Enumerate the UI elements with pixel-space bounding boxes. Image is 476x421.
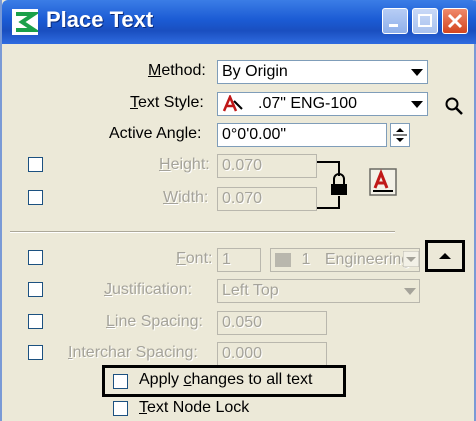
font-checkbox[interactable] — [28, 250, 43, 265]
search-icon[interactable] — [444, 96, 464, 116]
line-spacing-checkbox[interactable] — [28, 314, 43, 329]
window-title: Place Text — [46, 7, 154, 32]
text-style-value: .07" ENG-100 — [258, 95, 358, 112]
app-logo-icon — [12, 9, 38, 35]
font-label: Font: — [176, 250, 213, 267]
close-button[interactable] — [442, 8, 468, 34]
spin-icon — [393, 128, 407, 142]
method-value: By Origin — [222, 63, 288, 80]
font-name: Engineering — [324, 251, 411, 268]
active-angle-spinner[interactable] — [390, 123, 410, 147]
apply-changes-checkbox[interactable] — [113, 374, 128, 389]
active-angle-value: 0°0'0.00" — [222, 126, 287, 143]
line-spacing-value: 0.050 — [222, 314, 263, 331]
font-dropdown[interactable]: 1 Engineering — [270, 248, 420, 272]
text-style-dropdown[interactable]: .07" ENG-100 — [217, 92, 428, 116]
justification-dropdown[interactable]: Left Top — [217, 279, 420, 303]
maximize-button[interactable] — [412, 8, 438, 34]
width-input[interactable]: 0.070 — [217, 187, 317, 211]
dropdown-arrow-icon — [407, 93, 427, 115]
active-angle-input[interactable]: 0°0'0.00" — [217, 123, 387, 147]
justification-checkbox[interactable] — [28, 282, 43, 297]
text-node-lock-label[interactable]: Text Node Lock — [139, 399, 249, 417]
interchar-spacing-checkbox[interactable] — [28, 345, 43, 360]
justification-value: Left Top — [222, 282, 279, 299]
font-type-icon — [275, 252, 291, 267]
place-text-window: Place Text Method: By Origin Text Style:… — [0, 0, 476, 421]
justification-label: Justification: — [104, 281, 193, 298]
active-angle-label: Active Angle: — [109, 125, 202, 142]
text-editor-icon[interactable] — [369, 168, 397, 196]
maximize-icon — [418, 14, 432, 27]
height-value: 0.070 — [222, 157, 263, 174]
interchar-spacing-label: Interchar Spacing: — [68, 344, 198, 361]
dropdown-arrow-icon — [411, 69, 423, 76]
line-spacing-label: Line Spacing: — [106, 313, 203, 330]
method-dropdown[interactable]: By Origin — [217, 60, 428, 84]
height-checkbox[interactable] — [28, 157, 43, 172]
width-label: Width: — [163, 189, 209, 206]
collapse-arrow-icon — [439, 253, 451, 259]
font-name-number: 1 — [301, 251, 311, 268]
width-checkbox[interactable] — [28, 190, 43, 205]
section-divider — [10, 231, 395, 233]
title-bar[interactable]: Place Text — [2, 0, 476, 44]
apply-changes-label[interactable]: Apply changes to all text — [139, 371, 312, 389]
text-style-icon — [222, 95, 243, 112]
font-number-value: 1 — [222, 251, 231, 268]
line-spacing-input[interactable]: 0.050 — [217, 311, 327, 335]
interchar-spacing-value: 0.000 — [222, 345, 263, 362]
dropdown-arrow-icon — [404, 288, 416, 295]
collapse-button[interactable] — [431, 245, 459, 267]
lock-icon[interactable] — [317, 158, 351, 214]
height-label: Height: — [159, 156, 210, 173]
font-number-input[interactable]: 1 — [217, 248, 261, 272]
height-input[interactable]: 0.070 — [217, 154, 317, 178]
minimize-icon — [389, 24, 398, 27]
text-node-lock-checkbox[interactable] — [113, 401, 128, 416]
text-style-label: Text Style: — [130, 94, 204, 111]
width-value: 0.070 — [222, 190, 263, 207]
minimize-button[interactable] — [382, 8, 408, 34]
method-label: Method: — [148, 62, 206, 79]
close-icon — [447, 13, 463, 29]
dropdown-arrow-icon — [403, 251, 419, 267]
interchar-spacing-input[interactable]: 0.000 — [217, 342, 327, 366]
